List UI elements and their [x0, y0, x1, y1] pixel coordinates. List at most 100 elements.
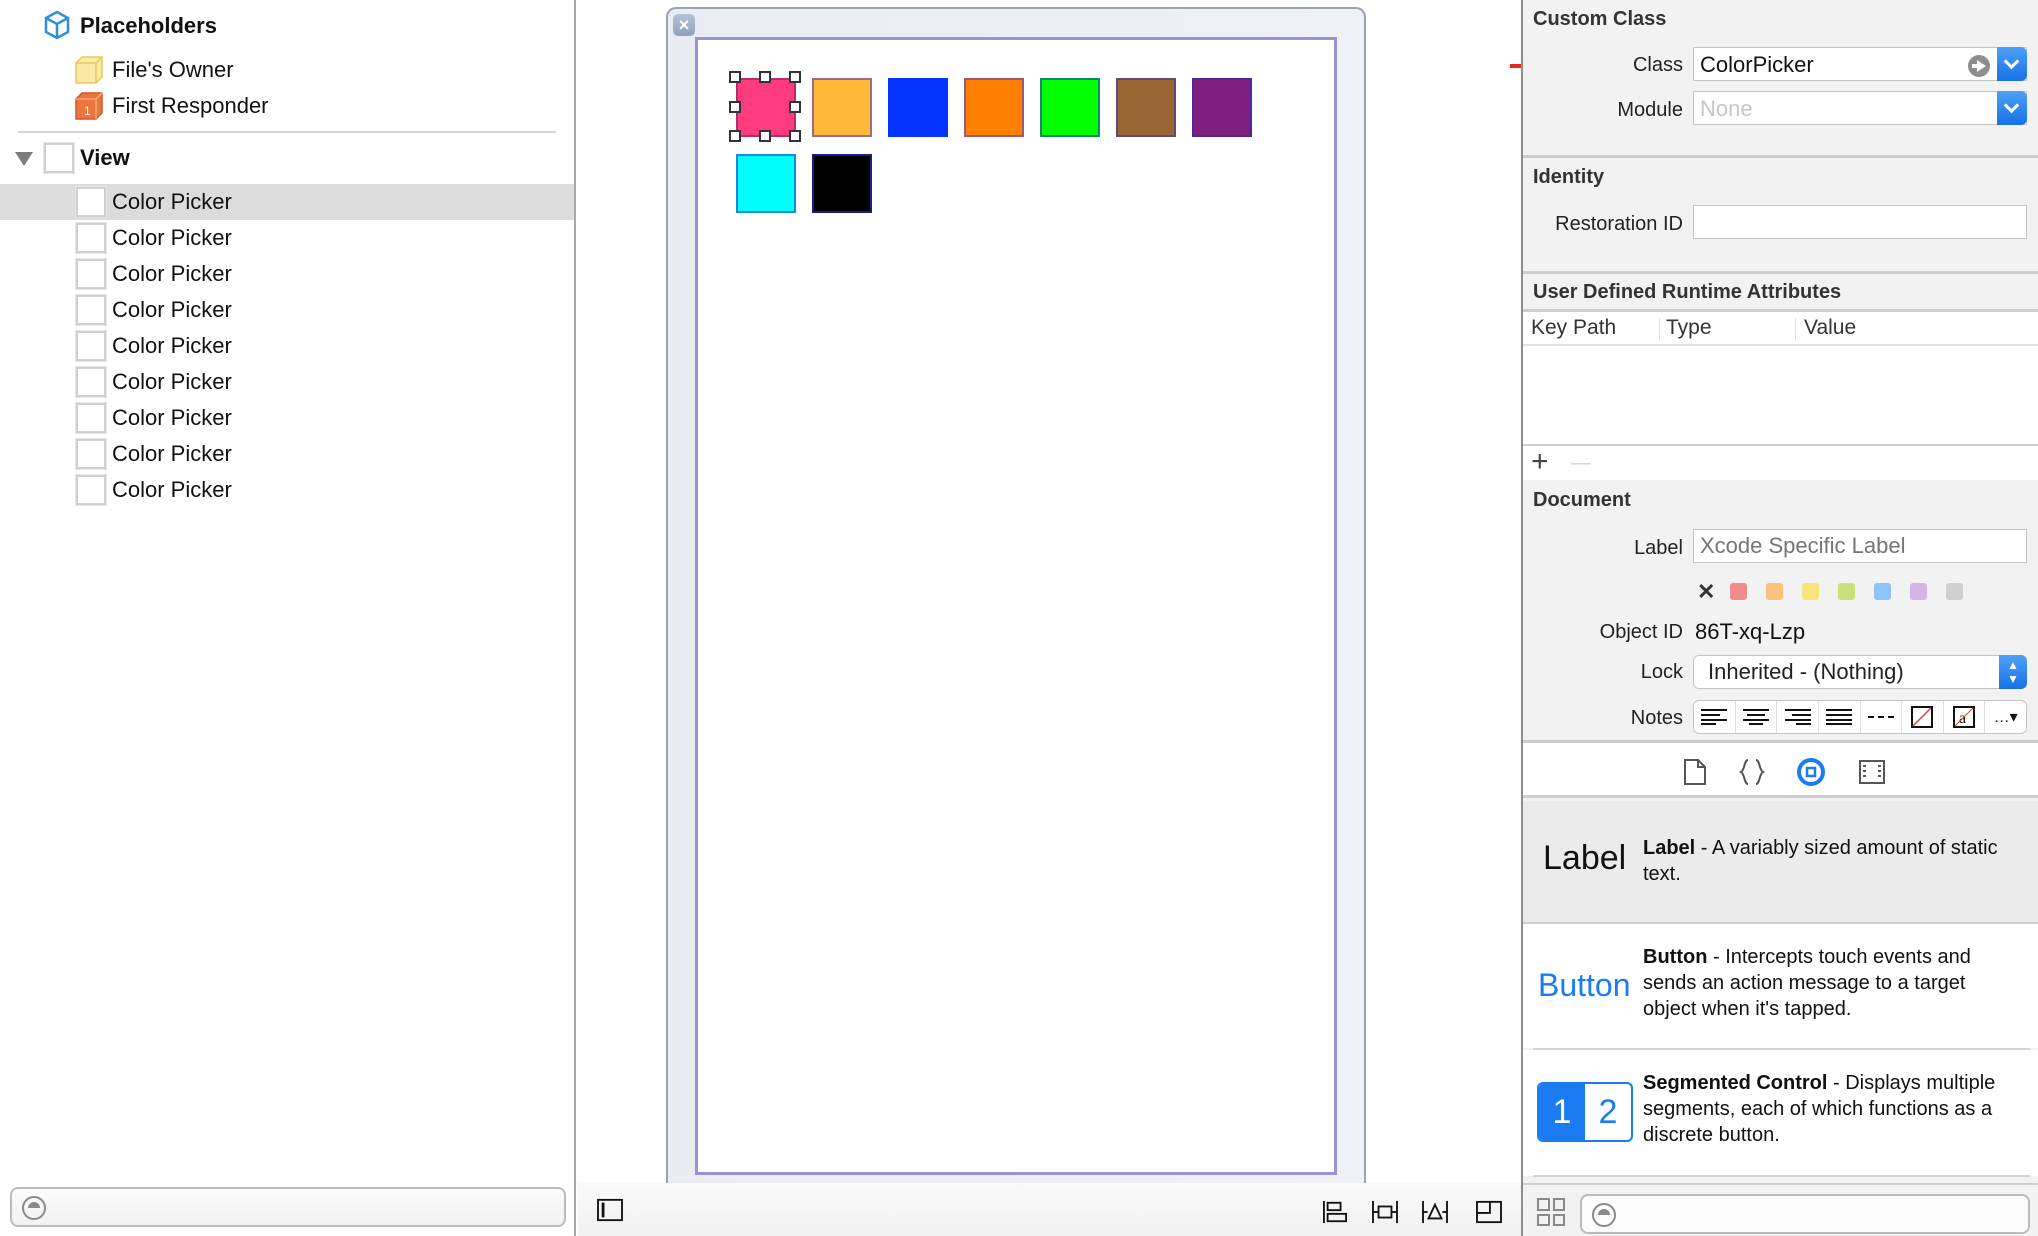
color-picker-label: Color Picker: [112, 441, 232, 466]
outline-item-color-picker[interactable]: Color Picker: [0, 256, 574, 292]
module-dropdown-button[interactable]: [1997, 91, 2027, 125]
column-type[interactable]: Type: [1666, 316, 1712, 340]
font-button[interactable]: a: [1944, 701, 1986, 733]
grid-view-icon[interactable]: [1537, 1198, 1565, 1226]
section-divider: [1523, 271, 2038, 274]
resize-handle[interactable]: [789, 130, 801, 142]
add-attribute-button[interactable]: +: [1531, 446, 1549, 478]
no-color-button[interactable]: [1902, 701, 1944, 733]
outline-item-color-picker[interactable]: Color Picker: [0, 184, 574, 220]
outline-item-color-picker[interactable]: Color Picker: [0, 436, 574, 472]
more-button[interactable]: …▾: [1985, 701, 2026, 733]
color-picker-swatch[interactable]: [812, 78, 872, 137]
outline-item-first-responder[interactable]: 1 First Responder: [0, 88, 574, 124]
outline-filter-field[interactable]: [10, 1187, 566, 1227]
color-picker-swatch[interactable]: [736, 78, 796, 137]
object-library-icon[interactable]: [1796, 757, 1826, 787]
color-picker-swatch[interactable]: [964, 78, 1024, 137]
outline-item-color-picker[interactable]: Color Picker: [0, 328, 574, 364]
color-picker-swatch[interactable]: [736, 154, 796, 213]
color-picker-label: Color Picker: [112, 189, 232, 214]
library-item-button[interactable]: Button Button - Intercepts touch events …: [1523, 924, 2038, 1048]
spacing-button[interactable]: [1861, 701, 1903, 733]
outline-item-view[interactable]: View: [0, 140, 574, 176]
module-label: Module: [1617, 99, 1683, 121]
filter-icon: [1592, 1203, 1616, 1227]
justify-button[interactable]: [1819, 701, 1861, 733]
label-color-swatch[interactable]: [1802, 583, 1819, 600]
color-picker-swatch[interactable]: [1040, 78, 1100, 137]
files-owner-cube-icon: [75, 56, 103, 84]
class-dropdown-button[interactable]: [1997, 47, 2027, 81]
class-field[interactable]: ColorPicker: [1693, 47, 2027, 81]
library-item-description: Segmented Control - Displays multiple se…: [1643, 1070, 2023, 1148]
resize-handle[interactable]: [729, 71, 741, 83]
code-snippet-icon[interactable]: [1739, 758, 1765, 786]
resize-handle[interactable]: [729, 130, 741, 142]
outline-placeholders-header[interactable]: Placeholders: [0, 8, 574, 44]
udra-table[interactable]: Key Path Type Value: [1523, 309, 2038, 444]
library-item-label[interactable]: Label Label - A variably sized amount of…: [1523, 801, 2038, 923]
resize-handle[interactable]: [789, 100, 801, 113]
file-template-icon[interactable]: [1682, 758, 1708, 786]
go-to-class-arrow-icon[interactable]: [1968, 55, 1990, 77]
align-icon[interactable]: [1320, 1200, 1350, 1224]
color-picker-swatch[interactable]: [888, 78, 948, 137]
align-right-button[interactable]: [1777, 701, 1819, 733]
label-color-swatch[interactable]: [1838, 583, 1855, 600]
notes-toolbar: a …▾: [1693, 700, 2027, 734]
button-preview: Button: [1538, 967, 1631, 1003]
label-color-swatch[interactable]: [1910, 583, 1927, 600]
media-library-icon[interactable]: [1859, 758, 1885, 786]
library-item-title: Segmented Control: [1643, 1072, 1828, 1094]
outline-item-color-picker[interactable]: Color Picker: [0, 220, 574, 256]
lock-popup[interactable]: Inherited - (Nothing) ▲ ▼: [1693, 655, 2027, 689]
align-center-icon: [1742, 709, 1769, 725]
color-picker-swatch[interactable]: [1192, 78, 1252, 137]
root-view[interactable]: [695, 37, 1337, 1175]
color-picker-swatch[interactable]: [1116, 78, 1176, 137]
outline-item-color-picker[interactable]: Color Picker: [0, 292, 574, 328]
outline-item-color-picker[interactable]: Color Picker: [0, 364, 574, 400]
resize-handle[interactable]: [789, 71, 801, 83]
resolve-issues-icon[interactable]: [1420, 1200, 1450, 1224]
outline-item-color-picker[interactable]: Color Picker: [0, 400, 574, 436]
color-picker-swatch[interactable]: [812, 154, 872, 213]
column-key-path[interactable]: Key Path: [1531, 316, 1616, 340]
view-icon: [75, 222, 107, 254]
segmented-control-preview: 1 2: [1537, 1082, 1633, 1142]
justify-icon: [1826, 709, 1853, 725]
more-icon: …▾: [1993, 709, 2018, 726]
close-scene-icon[interactable]: ×: [673, 14, 695, 36]
label-color-swatch[interactable]: [1946, 583, 1963, 600]
restoration-id-field[interactable]: [1693, 205, 2027, 239]
toggle-outline-icon[interactable]: [595, 1198, 625, 1222]
label-color-swatch[interactable]: [1874, 583, 1891, 600]
outline-item-color-picker[interactable]: Color Picker: [0, 472, 574, 508]
column-value[interactable]: Value: [1804, 316, 1856, 340]
resize-handle[interactable]: [759, 71, 771, 83]
interface-builder-canvas[interactable]: ×: [578, 0, 1521, 1236]
label-color-swatch[interactable]: [1730, 583, 1747, 600]
view-icon: [75, 402, 107, 434]
resizing-behavior-icon[interactable]: [1474, 1200, 1504, 1224]
module-field[interactable]: None: [1693, 91, 2027, 125]
clear-label-color-button[interactable]: ✕: [1697, 579, 1715, 605]
label-color-swatch[interactable]: [1766, 583, 1783, 600]
xcode-label-input[interactable]: [1694, 530, 2026, 562]
udra-footer: + —: [1523, 444, 2038, 480]
align-center-button[interactable]: [1736, 701, 1778, 733]
pin-icon[interactable]: [1370, 1200, 1400, 1224]
library-filter-field[interactable]: [1580, 1194, 2030, 1234]
outline-item-files-owner[interactable]: File's Owner: [0, 52, 574, 88]
lock-label: Lock: [1640, 661, 1683, 683]
resize-handle[interactable]: [729, 100, 741, 113]
remove-attribute-button[interactable]: —: [1571, 448, 1591, 478]
xcode-label-field[interactable]: [1693, 529, 2027, 563]
dashes-icon: [1867, 716, 1894, 718]
disclosure-triangle-icon[interactable]: [15, 152, 33, 166]
library-item-description: Label - A variably sized amount of stati…: [1643, 835, 2023, 887]
resize-handle[interactable]: [759, 130, 771, 142]
identity-inspector: Custom Class Class ColorPicker Module No…: [1521, 0, 2038, 1236]
align-left-button[interactable]: [1694, 701, 1736, 733]
